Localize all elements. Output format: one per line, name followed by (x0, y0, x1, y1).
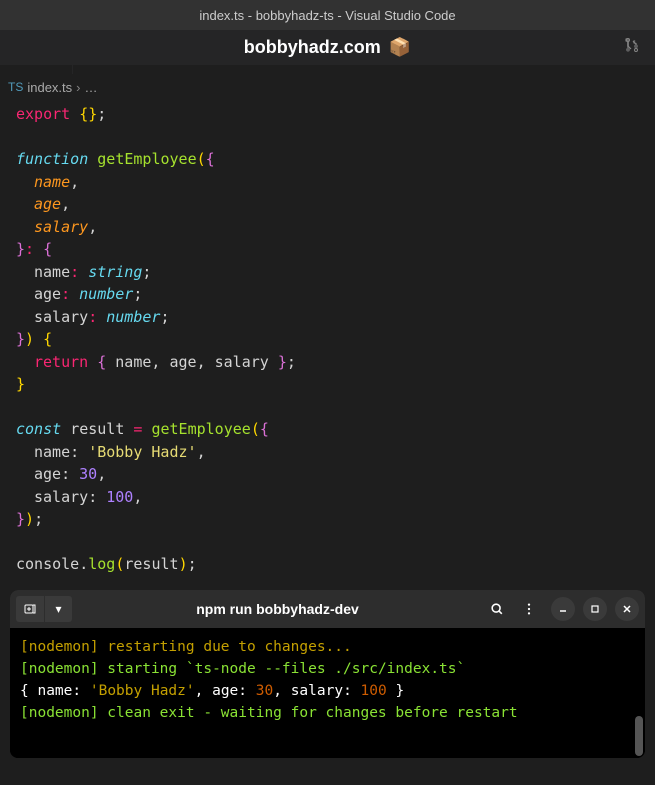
menu-button[interactable] (515, 596, 543, 622)
search-button[interactable] (483, 596, 511, 622)
new-tab-group: ▾ (16, 596, 72, 622)
chevron-right-icon: › (76, 80, 80, 95)
minimize-button[interactable] (551, 597, 575, 621)
code-editor[interactable]: export {}; function getEmployee({ name, … (0, 99, 655, 580)
breadcrumb-more: … (85, 80, 98, 95)
terminal-title: npm run bobbyhadz-dev (76, 601, 479, 617)
terminal-panel: ▾ npm run bobbyhadz-dev [nodemon] restar… (10, 590, 645, 758)
maximize-button[interactable] (583, 597, 607, 621)
header-bar: bobbyhadz.com 📦 (0, 30, 655, 65)
scrollbar-thumb[interactable] (635, 716, 643, 756)
window-title: index.ts - bobbyhadz-ts - Visual Studio … (199, 8, 455, 23)
site-name: bobbyhadz.com (244, 37, 381, 58)
breadcrumb-file: index.ts (27, 80, 72, 95)
close-button[interactable] (615, 597, 639, 621)
git-compare-icon[interactable] (624, 37, 640, 58)
terminal-output[interactable]: [nodemon] restarting due to changes... [… (10, 628, 645, 758)
breadcrumb[interactable]: TS index.ts › … (0, 75, 655, 99)
window-title-bar: index.ts - bobbyhadz-ts - Visual Studio … (0, 0, 655, 30)
new-tab-button[interactable] (16, 596, 44, 622)
terminal-header: ▾ npm run bobbyhadz-dev (10, 590, 645, 628)
box-icon: 📦 (389, 37, 411, 58)
dropdown-button[interactable]: ▾ (44, 596, 72, 622)
ts-file-icon: TS (8, 80, 23, 94)
